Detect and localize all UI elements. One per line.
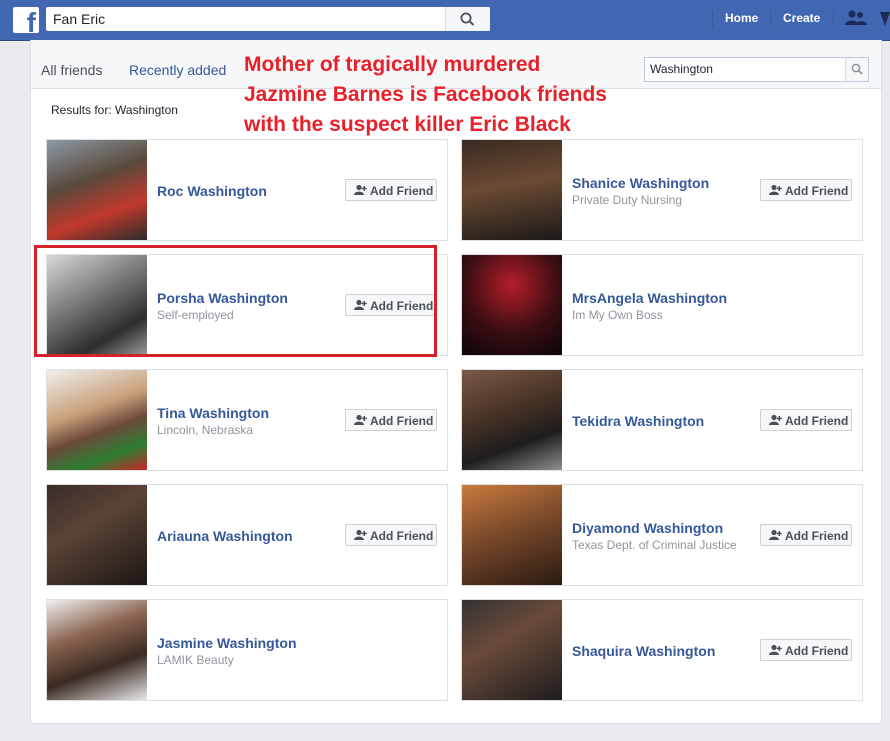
friend-name-link[interactable]: Shaquira Washington <box>572 643 715 659</box>
friend-subtitle: Lincoln, Nebraska <box>157 423 254 437</box>
add-friend-button[interactable]: Add Friend <box>345 409 437 431</box>
search-box[interactable]: Fan Eric <box>46 7 490 31</box>
friend-profile-photo[interactable] <box>462 255 562 355</box>
friend-name-link[interactable]: Ariauna Washington <box>157 528 293 544</box>
friend-profile-photo[interactable] <box>47 600 147 700</box>
add-friend-label: Add Friend <box>785 529 849 543</box>
friends-filter-input[interactable]: Washington <box>650 62 713 76</box>
friend-card: MrsAngela Washington Im My Own Boss <box>461 254 863 356</box>
friend-card: Diyamond Washington Texas Dept. of Crimin… <box>461 484 863 586</box>
friend-card: Ariauna Washington Add Friend <box>46 484 448 586</box>
friend-card: Jasmine Washington LAMIK Beauty <box>46 599 448 701</box>
add-friend-icon <box>354 529 367 540</box>
add-friend-icon <box>769 529 782 540</box>
add-friend-button[interactable]: Add Friend <box>345 524 437 546</box>
friend-profile-photo[interactable] <box>462 600 562 700</box>
friend-profile-photo[interactable] <box>47 485 147 585</box>
add-friend-label: Add Friend <box>785 184 849 198</box>
add-friend-icon <box>354 184 367 195</box>
friend-name-link[interactable]: Roc Washington <box>157 183 267 199</box>
nav-divider <box>770 11 771 27</box>
highlight-box <box>34 245 437 357</box>
friend-profile-photo[interactable] <box>47 370 147 470</box>
add-friend-button[interactable]: Add Friend <box>760 524 852 546</box>
friend-profile-photo[interactable] <box>462 370 562 470</box>
friend-name-link[interactable]: Tekidra Washington <box>572 413 704 429</box>
friend-card: Roc Washington Add Friend <box>46 139 448 241</box>
friends-icon[interactable] <box>845 8 867 30</box>
friend-card: Shanice Washington Private Duty Nursing Ad… <box>461 139 863 241</box>
results-label: Results for: Washington <box>51 103 178 117</box>
add-friend-label: Add Friend <box>785 414 849 428</box>
nav-divider <box>712 11 713 27</box>
add-friend-icon <box>769 184 782 195</box>
add-friend-button[interactable]: Add Friend <box>760 179 852 201</box>
friend-name-link[interactable]: Shanice Washington <box>572 175 709 191</box>
nav-divider <box>833 11 834 27</box>
friend-subtitle: Private Duty Nursing <box>572 193 683 207</box>
friend-subtitle: LAMIK Beauty <box>157 653 234 667</box>
friends-filter-box[interactable]: Washington <box>644 57 869 82</box>
tab-all-friends[interactable]: All friends <box>41 62 102 78</box>
search-icon <box>460 12 475 26</box>
facebook-logo-icon[interactable]: f <box>13 7 39 33</box>
friend-profile-photo[interactable] <box>462 140 562 240</box>
filter-search-button[interactable] <box>845 58 868 81</box>
add-friend-icon <box>769 414 782 425</box>
friend-name-link[interactable]: Diyamond Washington <box>572 520 723 536</box>
add-friend-icon <box>354 414 367 425</box>
search-input[interactable]: Fan Eric <box>53 11 105 27</box>
nav-create-link[interactable]: Create <box>783 11 820 25</box>
add-friend-label: Add Friend <box>370 529 434 543</box>
search-button[interactable] <box>445 7 490 31</box>
friend-profile-photo[interactable] <box>462 485 562 585</box>
add-friend-button[interactable]: Add Friend <box>760 639 852 661</box>
friend-card: Tina Washington Lincoln, Nebraska Add Frie… <box>46 369 448 471</box>
search-icon <box>851 63 863 75</box>
add-friend-button[interactable]: Add Friend <box>760 409 852 431</box>
top-navigation-bar: f Fan Eric Home Create <box>0 0 890 41</box>
add-friend-label: Add Friend <box>370 414 434 428</box>
add-friend-icon <box>769 644 782 655</box>
friend-subtitle: Texas Dept. of Criminal Justice <box>572 538 737 552</box>
add-friend-label: Add Friend <box>370 184 434 198</box>
friend-name-link[interactable]: Tina Washington <box>157 405 269 421</box>
friend-name-link[interactable]: Jasmine Washington <box>157 635 297 651</box>
messenger-icon[interactable] <box>878 8 890 30</box>
friend-card: Tekidra Washington Add Friend <box>461 369 863 471</box>
add-friend-button[interactable]: Add Friend <box>345 179 437 201</box>
add-friend-label: Add Friend <box>785 644 849 658</box>
tab-recently-added[interactable]: Recently added <box>129 62 226 78</box>
friend-profile-photo[interactable] <box>47 140 147 240</box>
friend-subtitle: Im My Own Boss <box>572 308 663 322</box>
annotation-overlay-text: Mother of tragically murdered Jazmine Ba… <box>244 53 607 136</box>
friend-card: Shaquira Washington Add Friend <box>461 599 863 701</box>
friend-name-link[interactable]: MrsAngela Washington <box>572 290 727 306</box>
nav-home-link[interactable]: Home <box>725 11 758 25</box>
